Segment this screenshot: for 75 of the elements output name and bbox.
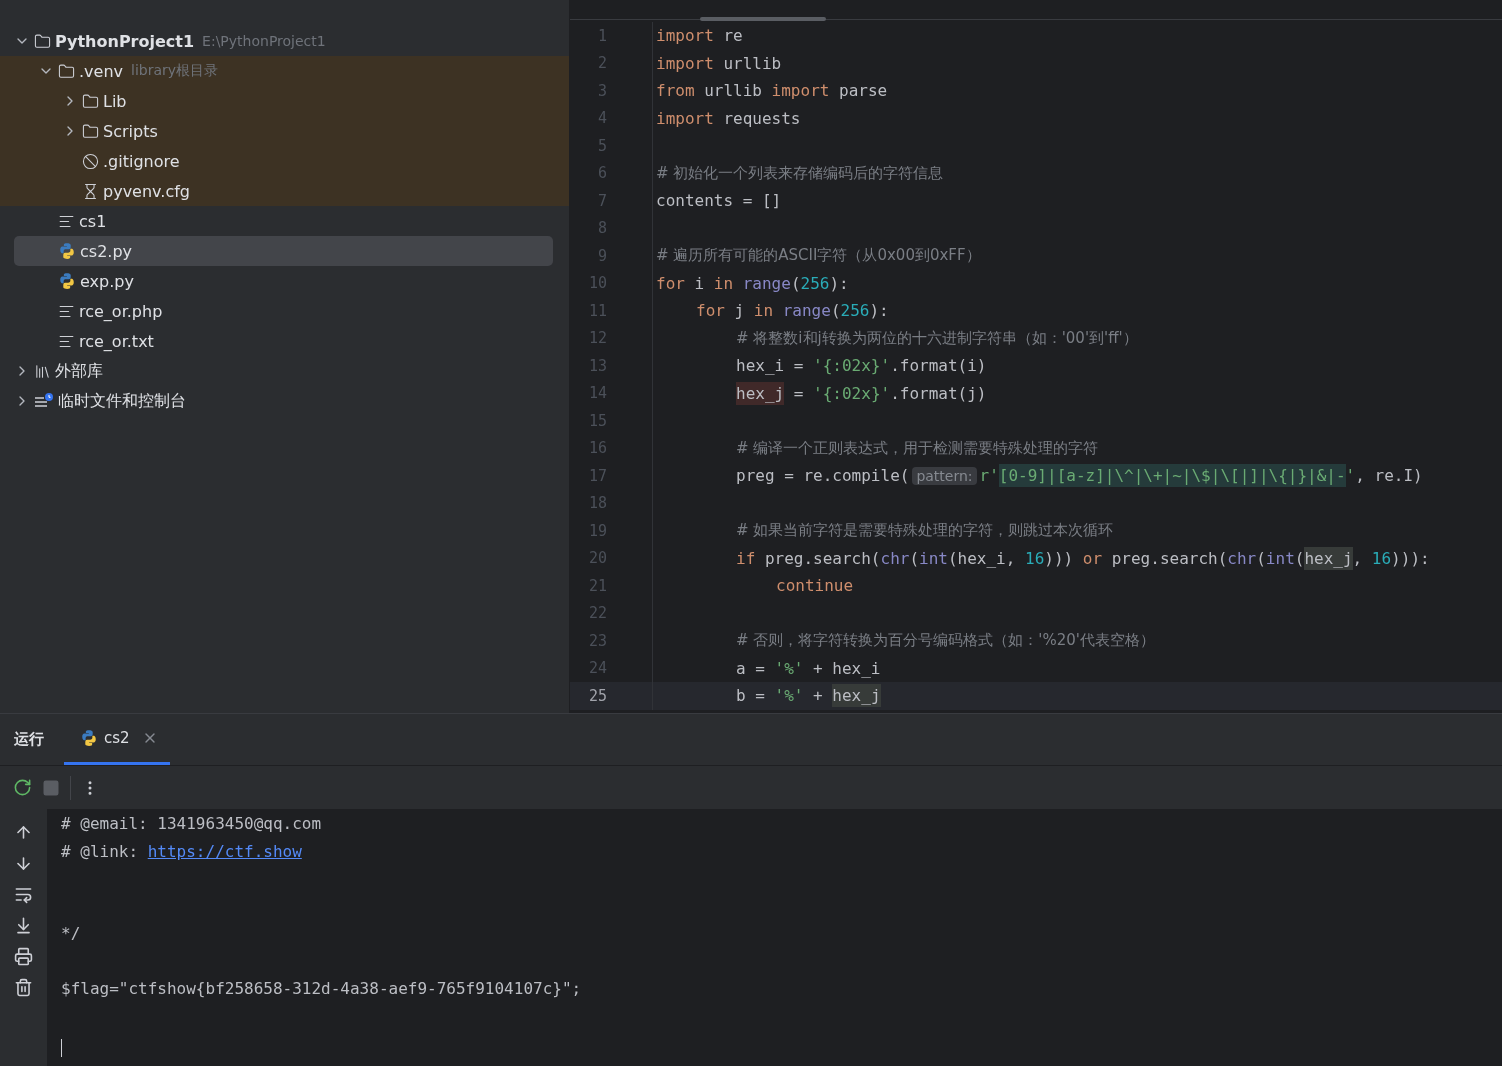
code-line: from urllib import parse [655, 81, 888, 101]
tree-item-label: cs1 [79, 211, 107, 231]
tree-item[interactable]: .gitignore [0, 146, 569, 176]
code-line: # 如果当前字符是需要特殊处理的字符，则跳过本次循环 [735, 521, 1114, 541]
arrow-down-icon[interactable] [14, 854, 33, 873]
tree-item-label: Scripts [103, 121, 158, 141]
tree-item-label: Lib [103, 91, 127, 111]
folder-icon [82, 122, 99, 140]
tree-item-label: PythonProject1 [55, 31, 195, 51]
code-line: for i in range(256): [655, 273, 849, 293]
tree-item[interactable]: Lib [0, 86, 569, 116]
hourglass-icon [82, 182, 99, 200]
code-line: continue [775, 576, 854, 596]
code-line: # 编译一个正则表达式，用于检测需要特殊处理的字符 [735, 438, 1099, 458]
python-icon [58, 242, 76, 260]
tree-item[interactable]: PythonProject1 E:\PythonProject1 [0, 26, 569, 56]
tree-item[interactable]: cs1 [0, 206, 569, 236]
console-text: $flag="ctfshow{bf258658-312d-4a38-aef9-765f9104107c}"; [61, 979, 582, 999]
folder-icon [58, 62, 75, 80]
code-line: b = '%' + hex_j [735, 684, 881, 708]
tree-item[interactable]: exp.py [0, 266, 569, 296]
code-line: hex_i = '{:02x}'.format(i) [735, 356, 987, 376]
line-number: 25 [588, 686, 607, 705]
rerun-icon[interactable] [13, 778, 32, 797]
path-hint: library根目录 [131, 62, 219, 80]
code-line: preg = re.compile( pattern: r'[0-9]|[a-z]|\^|\+|~|\$|\[|]|\{|}|&|-', re.I) [735, 464, 1423, 488]
arrow-up-icon[interactable] [14, 823, 33, 842]
tree-item[interactable]: rce_or.php [0, 296, 569, 326]
code-line: contents = [] [655, 191, 782, 211]
console-text: */ [61, 924, 81, 944]
tree-item[interactable]: 外部库 [0, 356, 569, 386]
code-line: # 遍历所有可能的ASCII字符（从0x00到0xFF） [655, 246, 981, 266]
tree-item-label: .venv [79, 61, 123, 81]
panel-title: 运行 [13, 729, 45, 750]
code-line: import requests [655, 108, 801, 128]
ignore-icon [82, 152, 99, 170]
code-line: if preg.search(chr(int(hex_i, 16))) or preg.search(chr(int(hex_j, 16))): [735, 546, 1430, 570]
code-line: for j in range(256): [695, 301, 889, 321]
folder-icon [82, 92, 99, 110]
path-hint: E:\PythonProject1 [202, 33, 326, 49]
tree-item[interactable]: 临时文件和控制台 [0, 386, 569, 416]
code-line: import urllib [655, 53, 782, 73]
tree-item-label: 临时文件和控制台 [58, 390, 186, 412]
tree-item-label: rce_or.txt [79, 331, 154, 351]
console-text: # @email: 1341963450@qq.com [61, 814, 322, 834]
console-text: # @link: [61, 841, 140, 861]
folder-icon [34, 32, 51, 50]
tree-item[interactable]: pyvenv.cfg [0, 176, 569, 206]
tab-label: cs2 [104, 729, 130, 747]
wrap-icon[interactable] [14, 885, 33, 904]
python-icon [80, 729, 98, 747]
tree-item-label: .gitignore [103, 151, 180, 171]
link[interactable]: https://ctf.show [147, 841, 302, 861]
scratch-icon [34, 392, 54, 410]
tree-item[interactable]: rce_or.txt [0, 326, 569, 356]
tree-item[interactable]: .venv library根目录 [0, 56, 569, 86]
code-line: # 将整数i和j转换为两位的十六进制字符串（如：'00'到'ff'） [735, 328, 1138, 348]
tree-item-label: pyvenv.cfg [103, 181, 190, 201]
tree-item-label: 外部库 [55, 360, 103, 382]
tree-item-label: rce_or.php [79, 301, 163, 321]
print-icon[interactable] [14, 947, 33, 966]
code-line: # 初始化一个列表来存储编码后的字符信息 [655, 163, 944, 183]
code-line: # 否则，将字符转换为百分号编码格式（如：'%20'代表空格） [735, 631, 1155, 651]
tree-item[interactable]: cs2.py [14, 236, 553, 266]
code-line: a = '%' + hex_i [735, 658, 881, 678]
scroll-to-end-icon[interactable] [14, 916, 33, 935]
library-icon [34, 362, 51, 380]
tree-item-label: exp.py [80, 271, 134, 291]
python-icon [58, 272, 76, 290]
code-line: import re [655, 26, 743, 46]
code-line: hex_j = '{:02x}'.format(j) [735, 381, 987, 405]
tree-item[interactable]: Scripts [0, 116, 569, 146]
text-cursor [61, 1038, 62, 1057]
trash-icon[interactable] [14, 978, 33, 997]
tree-item-label: cs2.py [80, 241, 133, 261]
